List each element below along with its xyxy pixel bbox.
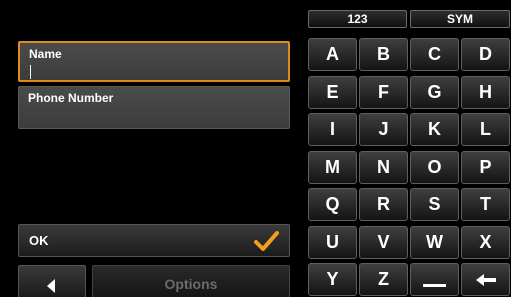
key-p[interactable]: P [461,151,510,184]
back-button[interactable] [18,265,86,297]
key-b[interactable]: B [359,38,408,71]
backspace-key[interactable] [461,263,510,296]
key-m[interactable]: M [308,151,357,184]
underscore-icon [423,284,446,287]
ok-label: OK [29,233,49,248]
key-s[interactable]: S [410,188,459,221]
name-label: Name [29,47,62,61]
key-h[interactable]: H [461,76,510,109]
key-i[interactable]: I [308,113,357,146]
phone-number-field[interactable]: Phone Number [18,86,290,129]
options-label: Options [164,276,218,292]
name-field[interactable]: Name [18,41,290,82]
key-d[interactable]: D [461,38,510,71]
checkmark-icon [254,231,279,251]
key-u[interactable]: U [308,226,357,259]
key-e[interactable]: E [308,76,357,109]
text-cursor [30,65,31,79]
key-q[interactable]: Q [308,188,357,221]
phone-number-label: Phone Number [28,91,114,105]
key-x[interactable]: X [461,226,510,259]
key-f[interactable]: F [359,76,408,109]
left-arrow-icon [47,279,55,293]
key-y[interactable]: Y [308,263,357,296]
ok-button[interactable]: OK [18,224,290,257]
key-j[interactable]: J [359,113,408,146]
backspace-arrow-icon [476,274,496,286]
key-o[interactable]: O [410,151,459,184]
space-key[interactable] [410,263,459,296]
symbols-mode-button[interactable]: SYM [410,10,510,28]
key-v[interactable]: V [359,226,408,259]
key-l[interactable]: L [461,113,510,146]
key-g[interactable]: G [410,76,459,109]
options-button[interactable]: Options [92,265,290,297]
key-t[interactable]: T [461,188,510,221]
key-w[interactable]: W [410,226,459,259]
key-a[interactable]: A [308,38,357,71]
key-c[interactable]: C [410,38,459,71]
key-n[interactable]: N [359,151,408,184]
key-r[interactable]: R [359,188,408,221]
key-k[interactable]: K [410,113,459,146]
key-z[interactable]: Z [359,263,408,296]
numeric-mode-button[interactable]: 123 [308,10,407,28]
